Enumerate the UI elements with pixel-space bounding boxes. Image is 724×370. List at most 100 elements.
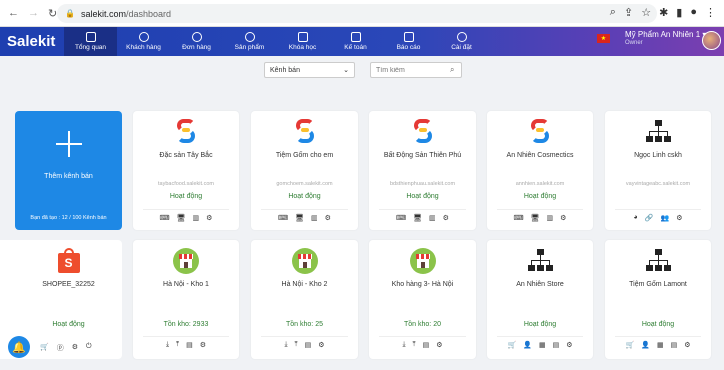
channel-domain[interactable]: taybacfood.salekit.com — [133, 181, 239, 187]
keyboard-icon[interactable]: ⌨ — [396, 214, 406, 222]
channel-status: Hoạt động — [641, 321, 675, 328]
gear-icon[interactable]: ⚙ — [206, 214, 212, 222]
avatar[interactable] — [702, 31, 721, 50]
channel-card[interactable]: Hà Nội - Kho 2 Tồn kho: 25 ⤓ ⤒ ▤ ⚙ — [251, 240, 358, 359]
profile-icon[interactable]: ● — [690, 6, 697, 19]
user-icon[interactable]: 👤 — [523, 341, 532, 349]
upload-icon[interactable]: ⤒ — [176, 341, 179, 349]
search-box[interactable]: ⌕ — [370, 62, 462, 78]
share-icon[interactable]: ⇪ — [624, 6, 633, 19]
nav-accounting[interactable]: Kế toán — [329, 27, 382, 56]
channel-domain[interactable]: bdsthienphuau.salekit.com — [369, 181, 476, 187]
channel-card[interactable]: Hà Nội - Kho 1 Tồn kho: 2933 ⤓ ⤒ ▤ ⚙ — [133, 240, 239, 359]
download-icon[interactable]: ⤓ — [402, 341, 405, 349]
nav-settings[interactable]: Cài đặt — [435, 27, 488, 56]
layout-icon[interactable]: ▥ — [311, 214, 318, 222]
salekit-s-logo — [528, 119, 552, 145]
archive-icon[interactable]: ▤ — [305, 341, 312, 349]
channel-domain[interactable]: annhien.salekit.com — [487, 181, 593, 187]
desktop-icon[interactable]: 🖥 — [531, 214, 540, 222]
nav-overview[interactable]: Tổng quan — [64, 27, 117, 56]
channel-actions: ⤓ ⤒ ▤ ⚙ — [379, 336, 466, 349]
channel-select[interactable]: Kênh bán ⌄ — [264, 62, 355, 78]
channel-domain[interactable]: vayvintageabc.salekit.com — [605, 181, 711, 187]
desktop-icon[interactable]: 🖥 — [413, 214, 422, 222]
channel-status: Hoạt động — [523, 321, 557, 328]
keyboard-icon[interactable]: ⌨ — [278, 214, 288, 222]
channel-name: Bất Động Sản Thiên Phú — [383, 152, 462, 159]
upload-icon[interactable]: ⤒ — [295, 341, 298, 349]
gear-icon[interactable]: ⚙ — [436, 341, 442, 349]
lock-icon: 🔒 — [65, 9, 75, 18]
shopee-icon: S — [57, 248, 81, 273]
search-input[interactable] — [376, 66, 450, 74]
archive-icon[interactable]: ▤ — [423, 341, 430, 349]
keyboard-icon[interactable]: ⌨ — [514, 214, 524, 222]
channel-card[interactable]: An Nhiên Store Hoạt động 🛒 👤 ▦ ▤ ⚙ — [487, 240, 593, 359]
chart-icon — [403, 32, 414, 42]
chevron-down-icon: ⌄ — [343, 67, 349, 74]
sidebar-icon[interactable]: ▮ — [676, 6, 682, 19]
gear-icon[interactable]: ⚙ — [325, 214, 331, 222]
zoom-icon[interactable]: ⌕ — [610, 6, 616, 19]
channel-card[interactable]: Tiệm Gốm cho em gomchoem.salekit.com Hoạ… — [251, 111, 358, 230]
nav-products[interactable]: Sản phẩm — [223, 27, 276, 56]
keyboard-icon[interactable]: ⌨ — [160, 214, 170, 222]
download-icon[interactable]: ⤓ — [166, 341, 169, 349]
link-icon[interactable]: 🔗 — [645, 214, 654, 222]
cart-icon[interactable]: 🛒 — [508, 341, 517, 349]
channel-name: Tiệm Gốm Lamont — [629, 281, 687, 288]
star-icon[interactable]: ☆ — [641, 6, 651, 19]
upload-icon[interactable]: ⤒ — [413, 341, 416, 349]
salekit-s-logo — [174, 119, 198, 145]
channel-card[interactable]: An Nhiên Cosmectics annhien.salekit.com … — [487, 111, 593, 230]
channel-card[interactable]: Kho hàng 3- Hà Nội Tồn kho: 20 ⤓ ⤒ ▤ ⚙ — [369, 240, 476, 359]
vietnam-flag-icon[interactable]: ★ — [597, 34, 610, 43]
reload-icon[interactable]: ↻ — [48, 7, 57, 20]
layout-icon[interactable]: ▥ — [193, 214, 200, 222]
layout-icon[interactable]: ▥ — [429, 214, 436, 222]
back-icon[interactable]: ← — [8, 7, 19, 19]
user-menu[interactable]: Mỹ Phẩm An Nhiên 1 ▾ Owner — [625, 30, 706, 46]
search-icon[interactable]: ⌕ — [450, 65, 454, 75]
list-icon[interactable]: ▤ — [671, 341, 678, 349]
nav-courses[interactable]: Khóa học — [276, 27, 329, 56]
cart-icon[interactable]: 🛒 — [626, 341, 635, 349]
nav-customers[interactable]: Khách hàng — [117, 27, 170, 56]
address-bar[interactable]: 🔒 salekit.com/dashboard — [57, 4, 657, 23]
channel-card[interactable]: Tiệm Gốm Lamont Hoạt động 🛒 👤 ▦ ▤ ⚙ — [605, 240, 711, 359]
group-icon[interactable]: 👥 — [660, 214, 669, 222]
gear-icon[interactable]: ⚙ — [566, 341, 572, 349]
download-icon[interactable]: ⤓ — [284, 341, 287, 349]
archive-icon[interactable]: ▤ — [186, 341, 193, 349]
gear-icon[interactable]: ⚙ — [443, 214, 449, 222]
user-icon[interactable]: 👤 — [641, 341, 650, 349]
notification-bell-icon[interactable]: 🔔 — [8, 336, 30, 358]
nav-orders[interactable]: Đơn hàng — [170, 27, 223, 56]
channel-card[interactable]: Bất Động Sản Thiên Phú bdsthienphuau.sal… — [369, 111, 476, 230]
channel-card[interactable]: S SHOPEE_32252 Hoạt động — [15, 240, 122, 359]
calendar-icon[interactable]: ▦ — [657, 341, 664, 349]
gear-icon[interactable]: ⚙ — [676, 214, 682, 222]
globe-icon[interactable]: ◕ — [634, 214, 638, 222]
desktop-icon[interactable]: 🖥 — [177, 214, 186, 222]
gear-icon[interactable]: ⚙ — [560, 214, 566, 222]
channel-card[interactable]: Đặc sản Tây Bắc taybacfood.salekit.com H… — [133, 111, 239, 230]
channel-domain[interactable]: gomchoem.salekit.com — [251, 181, 358, 187]
gear-icon[interactable]: ⚙ — [200, 341, 206, 349]
extensions-icon[interactable]: ✱ — [659, 6, 668, 19]
layout-icon[interactable]: ▥ — [547, 214, 554, 222]
list-icon[interactable]: ▤ — [553, 341, 560, 349]
channel-card[interactable]: Ngọc Linh cskh vayvintageabc.salekit.com… — [605, 111, 711, 230]
menu-icon[interactable]: ⋮ — [705, 6, 716, 19]
nav-label: Đơn hàng — [182, 44, 211, 51]
forward-icon[interactable]: → — [28, 7, 39, 19]
app-logo[interactable]: Salekit — [0, 27, 64, 56]
gear-icon[interactable]: ⚙ — [318, 341, 324, 349]
desktop-icon[interactable]: 🖥 — [295, 214, 304, 222]
gear-icon[interactable]: ⚙ — [684, 341, 690, 349]
add-channel-card[interactable]: Thêm kênh bán Bạn đã tạo : 12 / 100 Kênh… — [15, 111, 122, 230]
channel-actions: ◕ 🔗 👥 ⚙ — [615, 209, 701, 222]
calendar-icon[interactable]: ▦ — [539, 341, 546, 349]
nav-reports[interactable]: Báo cáo — [382, 27, 435, 56]
